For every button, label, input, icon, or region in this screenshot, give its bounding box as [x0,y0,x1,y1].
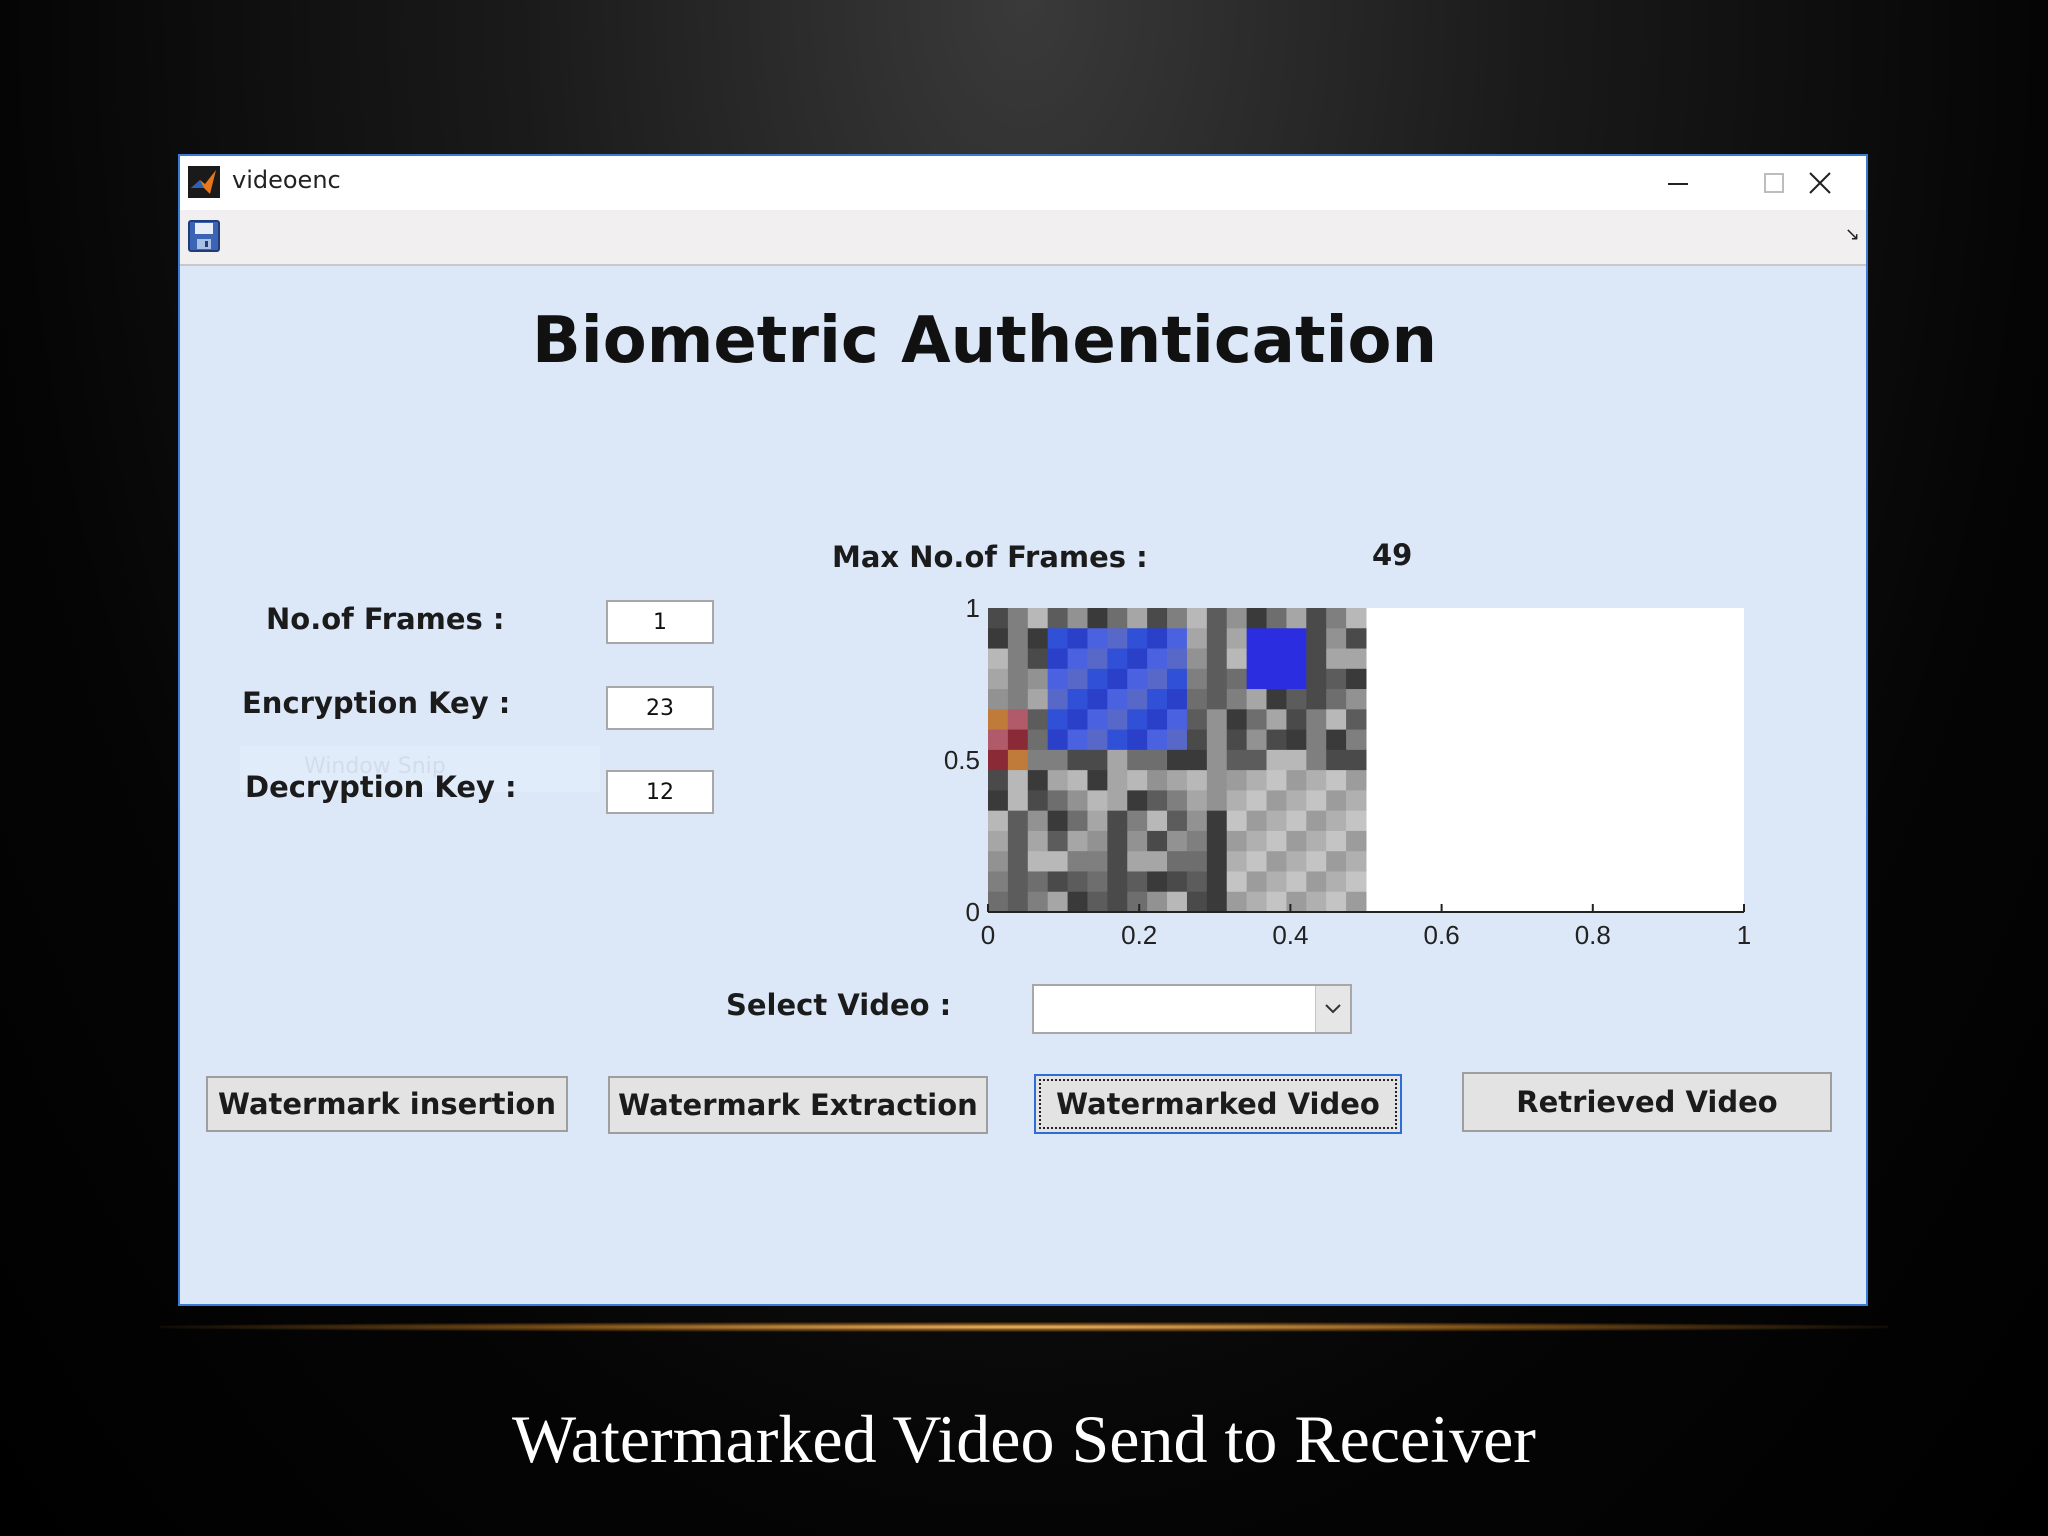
decryption-key-input[interactable]: 12 [606,770,714,814]
y-axis-ticks: 00.51 [944,596,980,927]
close-icon [1809,172,1831,194]
x-tick-label: 1 [1737,920,1751,950]
matlab-icon [188,166,220,198]
x-tick-label: 0.6 [1424,920,1460,950]
decorative-glow-divider [160,1322,1888,1332]
y-tick-label: 0.5 [944,745,980,775]
close-button[interactable] [1772,156,1868,210]
frames-input[interactable]: 1 [606,600,714,644]
x-tick-label: 0 [981,920,995,950]
save-icon[interactable] [188,220,220,252]
x-tick-label: 0.2 [1121,920,1157,950]
minimize-icon [1668,183,1688,185]
retrieved-video-button[interactable]: Retrieved Video [1462,1072,1832,1132]
x-tick-label: 0.8 [1575,920,1611,950]
watermark-insertion-button[interactable]: Watermark insertion [206,1076,568,1132]
frames-label: No.of Frames : [266,602,505,636]
video-frame-image [988,608,1367,913]
window-title: videoenc [232,166,341,194]
minimize-button[interactable] [1630,156,1726,210]
x-tick-label: 0.4 [1272,920,1308,950]
toolbar: ↘ [180,210,1866,266]
video-preview-axes: 0 0.2 0.4 0.6 0.8 1 00.51 [944,596,1751,950]
page-title: Biometric Authentication [532,304,1438,378]
encryption-key-label: Encryption Key : [242,686,511,720]
y-tick-label: 1 [966,596,980,623]
app-window: videoenc ↘ Biometric Authentication Max … [178,154,1868,1306]
watermark-extraction-button[interactable]: Watermark Extraction [608,1076,988,1134]
max-frames-label: Max No.of Frames : [832,540,1148,574]
select-video-dropdown[interactable] [1032,984,1352,1034]
dock-arrow-icon[interactable]: ↘ [1845,224,1860,245]
slide-caption: Watermarked Video Send to Receiver [512,1401,1536,1477]
decryption-key-label: Decryption Key : [245,770,517,804]
y-tick-label: 0 [966,897,980,927]
watermarked-video-button[interactable]: Watermarked Video [1034,1074,1402,1134]
encryption-key-input[interactable]: 23 [606,686,714,730]
title-bar: videoenc [180,156,1866,210]
select-video-label: Select Video : [726,988,952,1022]
max-frames-value: 49 [1372,538,1413,572]
chevron-down-icon[interactable] [1315,986,1350,1032]
